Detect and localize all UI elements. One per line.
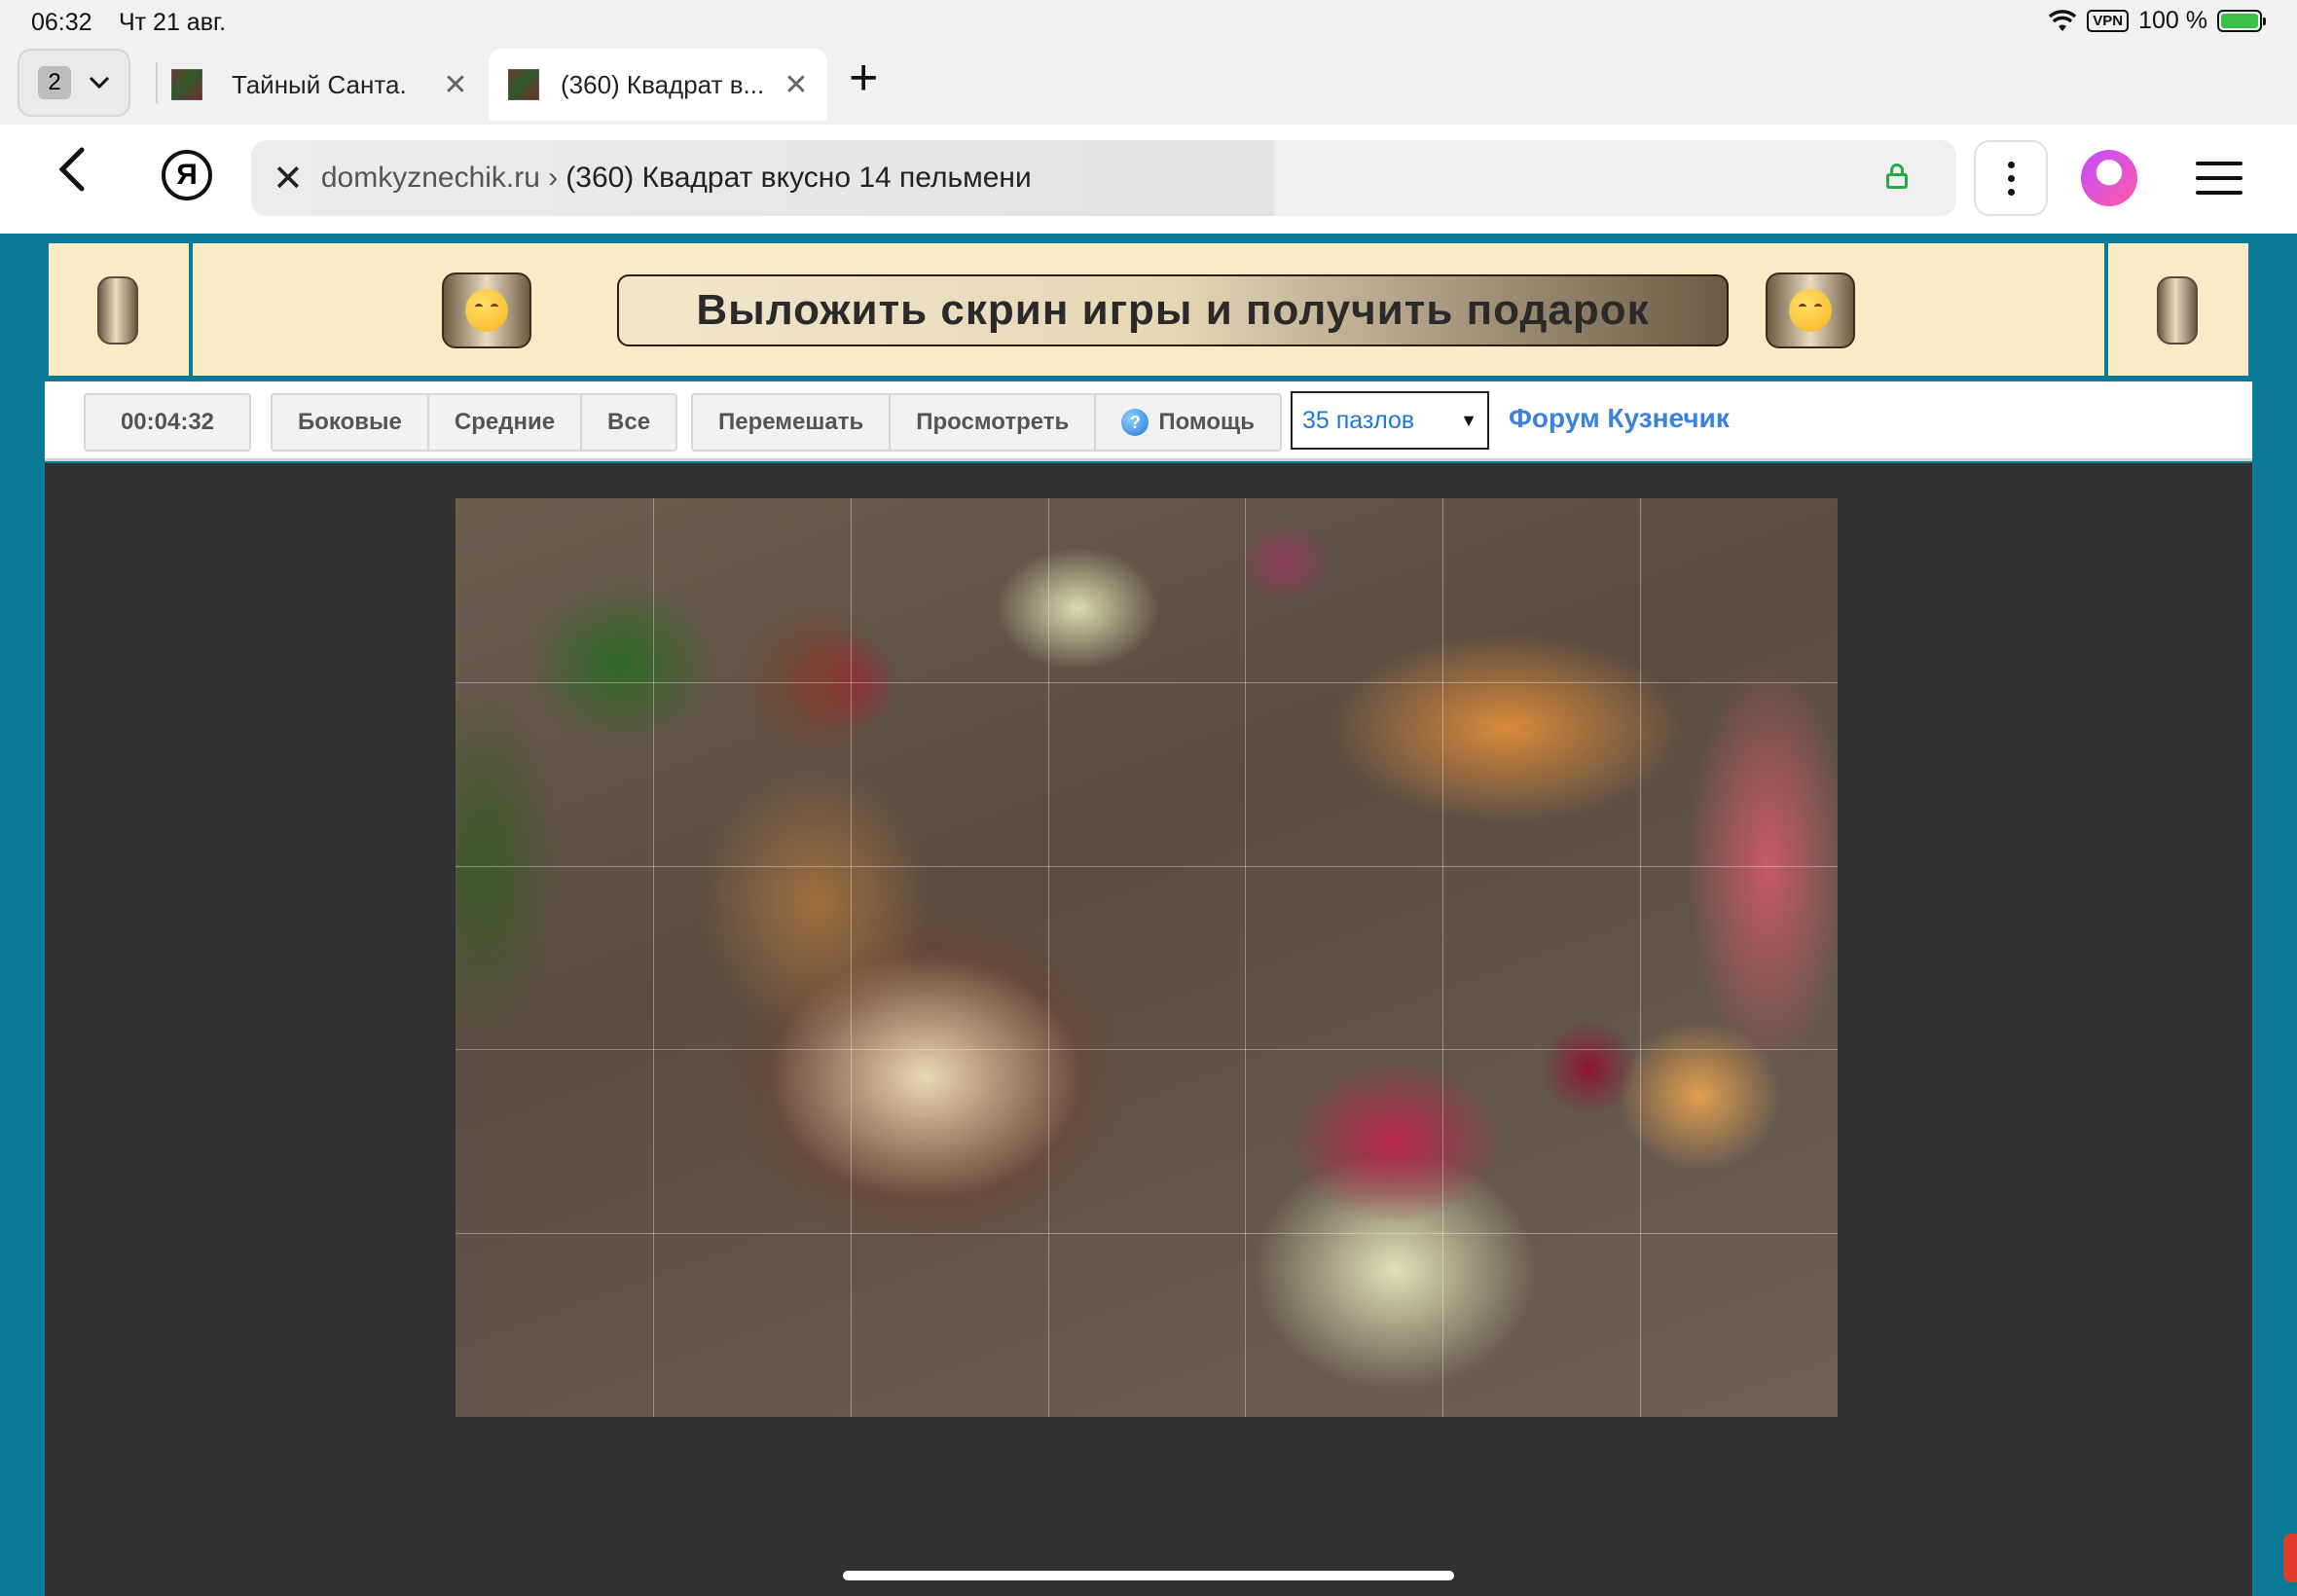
close-icon[interactable]: ✕ — [779, 68, 814, 102]
battery-icon — [2217, 10, 2266, 32]
puzzle-grid-line — [652, 498, 654, 1417]
help-button[interactable]: ? Помощь — [1096, 395, 1280, 450]
help-label: Помощь — [1158, 409, 1256, 435]
tab-bar: 2 Тайный Санта. ✕ (360) Квадрат в... ✕ + — [0, 45, 2297, 125]
status-indicators: VPN 100 % — [2048, 7, 2266, 35]
page-content: Выложить скрин игры и получить подарок 0… — [0, 234, 2297, 1596]
hamburger-menu-icon[interactable] — [2196, 162, 2242, 195]
hug-emoji-icon — [1789, 289, 1832, 332]
more-menu-button[interactable] — [1974, 140, 2048, 216]
puzzle-grid-line — [850, 498, 852, 1417]
tab-title: (360) Квадрат в... — [561, 69, 765, 99]
game-timer: 00:04:32 — [84, 393, 251, 452]
puzzle-grid-line — [456, 865, 1838, 867]
status-date: Чт 21 авг. — [119, 9, 227, 36]
shuffle-button[interactable]: Перемешать — [693, 395, 892, 450]
puzzle-grid-line — [1245, 498, 1247, 1417]
puzzle-grid-line — [456, 681, 1838, 683]
puzzle-grid-line — [1047, 498, 1049, 1417]
hug-emoji-button[interactable] — [442, 272, 531, 348]
home-indicator[interactable] — [843, 1571, 1454, 1580]
floating-edge-tab[interactable] — [2283, 1534, 2297, 1582]
address-bar[interactable]: ✕ domkyznechik.ru › (360) Квадрат вкусно… — [251, 140, 1956, 216]
tab-puzzle[interactable]: (360) Квадрат в... ✕ — [489, 49, 827, 121]
filter-button-group: Боковые Средние Все — [271, 393, 678, 452]
middle-filter-button[interactable]: Средние — [429, 395, 583, 450]
url-page-title: (360) Квадрат вкусно 14 пельмени — [565, 162, 1032, 194]
close-icon[interactable]: ✕ — [273, 157, 304, 200]
tab-separator — [156, 62, 158, 103]
status-time: 06:32 — [31, 9, 92, 36]
hug-emoji-button[interactable] — [1766, 272, 1855, 348]
alice-assistant-icon[interactable] — [2081, 150, 2137, 206]
banner-divider — [2104, 243, 2108, 376]
pieces-count-value: 35 пазлов — [1302, 406, 1415, 434]
puzzle-grid-line — [456, 1049, 1838, 1051]
tab-title: Тайный Санта. — [232, 69, 407, 99]
puzzle-grid-line — [1640, 498, 1642, 1417]
chevron-down-icon — [89, 76, 110, 90]
all-filter-button[interactable]: Все — [582, 395, 675, 450]
dropdown-arrow-icon: ▼ — [1460, 411, 1477, 430]
banner-cta-button[interactable]: Выложить скрин игры и получить подарок — [617, 274, 1729, 346]
banner-divider — [189, 243, 193, 376]
site-favicon-icon — [171, 69, 202, 100]
vpn-badge: VPN — [2087, 10, 2130, 32]
tab-count: 2 — [38, 66, 71, 99]
puzzle-board — [45, 463, 2252, 1596]
preview-button[interactable]: Просмотреть — [891, 395, 1097, 450]
status-bar: 06:32 Чт 21 авг. VPN 100 % — [0, 0, 2297, 45]
close-icon[interactable]: ✕ — [438, 68, 473, 102]
back-button[interactable] — [56, 146, 86, 202]
hug-emoji-icon — [465, 289, 508, 332]
edges-filter-button[interactable]: Боковые — [273, 395, 429, 450]
battery-percent: 100 % — [2138, 7, 2207, 34]
puzzle-toolbar: 00:04:32 Боковые Средние Все Перемешать … — [45, 381, 2252, 461]
banner-right-knob — [2157, 276, 2198, 345]
pieces-count-select[interactable]: 35 пазлов ▼ — [1291, 391, 1489, 450]
help-question-icon: ? — [1121, 409, 1149, 436]
puzzle-image[interactable] — [456, 498, 1838, 1417]
puzzle-grid-line — [1442, 498, 1444, 1417]
site-favicon-icon — [508, 69, 539, 100]
lock-icon[interactable] — [1886, 163, 1908, 189]
puzzle-grid-line — [456, 1233, 1838, 1235]
new-tab-button[interactable]: + — [849, 49, 878, 107]
promo-banner: Выложить скрин игры и получить подарок — [49, 243, 2248, 376]
yandex-logo-icon[interactable]: Я — [162, 150, 212, 200]
url-domain: domkyznechik.ru › — [320, 162, 559, 194]
action-button-group: Перемешать Просмотреть ? Помощь — [691, 393, 1283, 452]
tab-count-button[interactable]: 2 — [18, 49, 130, 117]
tab-secret-santa[interactable]: Тайный Санта. ✕ — [165, 49, 487, 121]
back-arrow-icon — [58, 147, 85, 192]
address-area: Я ✕ domkyznechik.ru › (360) Квадрат вкус… — [0, 125, 2297, 234]
forum-link[interactable]: Форум Кузнечик — [1509, 403, 1730, 434]
banner-left-knob — [97, 276, 138, 345]
wifi-icon — [2049, 9, 2077, 31]
